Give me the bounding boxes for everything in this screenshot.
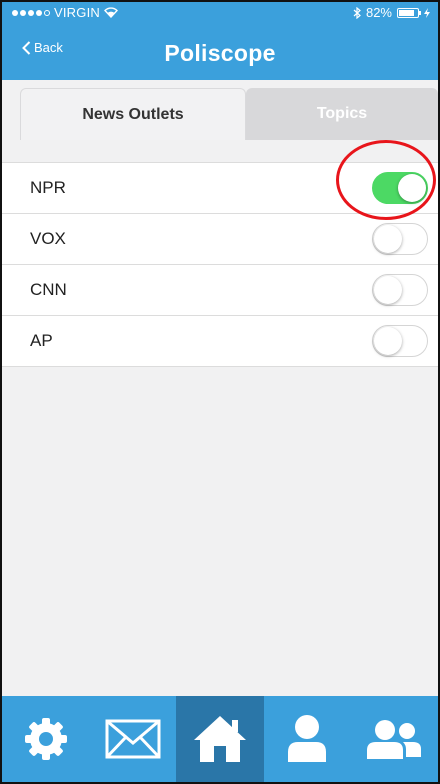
ap-toggle[interactable] [372,325,428,357]
cnn-toggle[interactable] [372,274,428,306]
outlet-label: CNN [30,280,67,299]
list-item: CNN [2,265,438,316]
nav-settings[interactable] [2,696,89,782]
toggle-knob [374,276,402,304]
app-header: VIRGIN 82% Back Poliscope [2,2,438,80]
outlet-list: NPR VOX CNN AP [2,162,438,367]
status-right: 82% [353,5,430,20]
mail-icon [105,719,161,759]
gear-icon [24,718,67,760]
list-item: VOX [2,214,438,265]
users-icon [367,720,422,759]
signal-strength-icon [12,9,50,16]
npr-toggle[interactable] [372,172,428,204]
tab-news-outlets-label: News Outlets [82,105,184,123]
list-item: NPR [2,163,438,214]
outlet-label: NPR [30,178,66,197]
toggle-knob [374,225,402,253]
nav-profile[interactable] [264,696,351,782]
outlet-label: AP [30,331,53,350]
page-title: Poliscope [164,40,276,66]
phone-screen: VIRGIN 82% Back Poliscope News Outlets T… [0,0,440,784]
outlet-label: VOX [30,229,66,248]
battery-icon [397,7,421,18]
tab-topics[interactable]: Topics [246,88,438,140]
bottom-nav [2,696,438,782]
list-item: AP [2,316,438,367]
bluetooth-icon [353,6,361,19]
carrier-name: VIRGIN [54,5,100,20]
user-icon [288,715,327,762]
status-left: VIRGIN [12,5,118,20]
battery-percent: 82% [365,5,392,20]
home-icon [194,716,246,762]
wifi-icon [104,7,118,18]
toggle-knob [374,327,402,355]
status-bar: VIRGIN 82% [2,2,438,24]
toggle-knob [398,174,426,202]
tab-news-outlets[interactable]: News Outlets [20,88,246,140]
tab-bar: News Outlets Topics [2,80,438,144]
vox-toggle[interactable] [372,223,428,255]
tab-topics-label: Topics [316,105,368,122]
nav-home[interactable] [176,696,264,782]
nav-contacts[interactable] [351,696,438,782]
charging-icon [424,7,430,18]
nav-messages[interactable] [89,696,176,782]
